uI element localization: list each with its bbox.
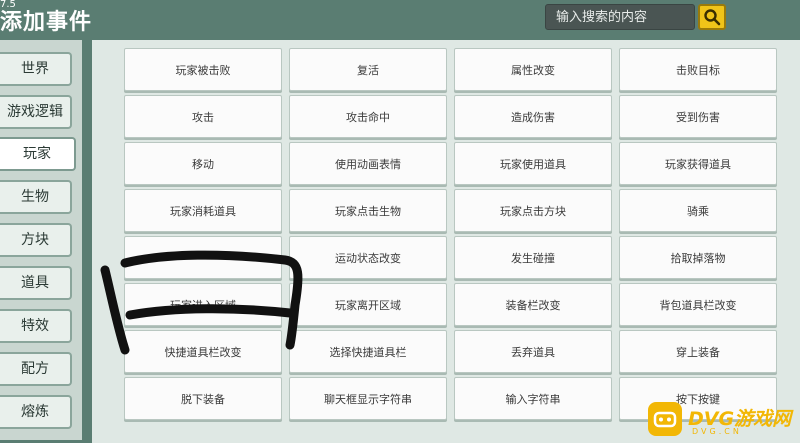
event-button[interactable]: 快捷道具栏改变 bbox=[124, 330, 282, 373]
event-button[interactable]: 攻击 bbox=[124, 95, 282, 138]
event-button[interactable]: 玩家点击生物 bbox=[289, 189, 447, 232]
event-button[interactable]: 玩家消耗道具 bbox=[124, 189, 282, 232]
event-button[interactable] bbox=[124, 236, 282, 279]
header: 添加事件 输入搜索的内容 bbox=[0, 0, 800, 36]
event-button[interactable]: 丢弃道具 bbox=[454, 330, 612, 373]
event-button[interactable]: 玩家离开区域 bbox=[289, 283, 447, 326]
event-button[interactable]: 运动状态改变 bbox=[289, 236, 447, 279]
event-button[interactable]: 移动 bbox=[124, 142, 282, 185]
event-panel: 玩家被击败 复活 属性改变 击败目标 攻击 攻击命中 造成伤害 受到伤害 移动 … bbox=[92, 40, 800, 443]
event-button[interactable]: 玩家点击方块 bbox=[454, 189, 612, 232]
event-button[interactable]: 装备栏改变 bbox=[454, 283, 612, 326]
page-title: 添加事件 bbox=[0, 10, 93, 35]
sidebar-item-game-logic[interactable]: 游戏逻辑 bbox=[0, 95, 72, 129]
event-button[interactable]: 玩家被击败 bbox=[124, 48, 282, 91]
event-button[interactable]: 受到伤害 bbox=[619, 95, 777, 138]
watermark-subtext: DVG.CN bbox=[692, 427, 742, 436]
sidebar-item-creature[interactable]: 生物 bbox=[0, 180, 72, 214]
watermark: DVG游戏网 DVG.CN bbox=[648, 398, 798, 440]
event-button[interactable]: 骑乘 bbox=[619, 189, 777, 232]
event-button[interactable]: 击败目标 bbox=[619, 48, 777, 91]
event-button[interactable]: 输入字符串 bbox=[454, 377, 612, 420]
event-button[interactable]: 拾取掉落物 bbox=[619, 236, 777, 279]
event-button[interactable]: 使用动画表情 bbox=[289, 142, 447, 185]
event-button[interactable]: 背包道具栏改变 bbox=[619, 283, 777, 326]
event-grid: 玩家被击败 复活 属性改变 击败目标 攻击 攻击命中 造成伤害 受到伤害 移动 … bbox=[124, 48, 777, 420]
event-button[interactable]: 玩家进入区域 bbox=[124, 283, 282, 326]
search-input[interactable]: 输入搜索的内容 bbox=[545, 4, 695, 30]
event-button[interactable]: 属性改变 bbox=[454, 48, 612, 91]
event-button[interactable]: 发生碰撞 bbox=[454, 236, 612, 279]
category-sidebar: 世界 游戏逻辑 玩家 生物 方块 道具 特效 配方 熔炼 bbox=[0, 40, 82, 440]
gamepad-logo-icon bbox=[648, 402, 682, 436]
event-button[interactable]: 脱下装备 bbox=[124, 377, 282, 420]
sidebar-item-item[interactable]: 道具 bbox=[0, 266, 72, 300]
event-button[interactable]: 复活 bbox=[289, 48, 447, 91]
event-button[interactable]: 选择快捷道具栏 bbox=[289, 330, 447, 373]
event-button[interactable]: 攻击命中 bbox=[289, 95, 447, 138]
event-button[interactable]: 穿上装备 bbox=[619, 330, 777, 373]
search-button[interactable] bbox=[698, 4, 726, 30]
event-button[interactable]: 造成伤害 bbox=[454, 95, 612, 138]
event-button[interactable]: 玩家获得道具 bbox=[619, 142, 777, 185]
sidebar-item-player[interactable]: 玩家 bbox=[0, 137, 76, 171]
event-button[interactable]: 玩家使用道具 bbox=[454, 142, 612, 185]
sidebar-item-block[interactable]: 方块 bbox=[0, 223, 72, 257]
sidebar-item-world[interactable]: 世界 bbox=[0, 52, 72, 86]
sidebar-item-smelting[interactable]: 熔炼 bbox=[0, 395, 72, 429]
sidebar-item-recipe[interactable]: 配方 bbox=[0, 352, 72, 386]
event-button[interactable]: 聊天框显示字符串 bbox=[289, 377, 447, 420]
search-icon bbox=[704, 9, 721, 26]
sidebar-item-effect[interactable]: 特效 bbox=[0, 309, 72, 343]
